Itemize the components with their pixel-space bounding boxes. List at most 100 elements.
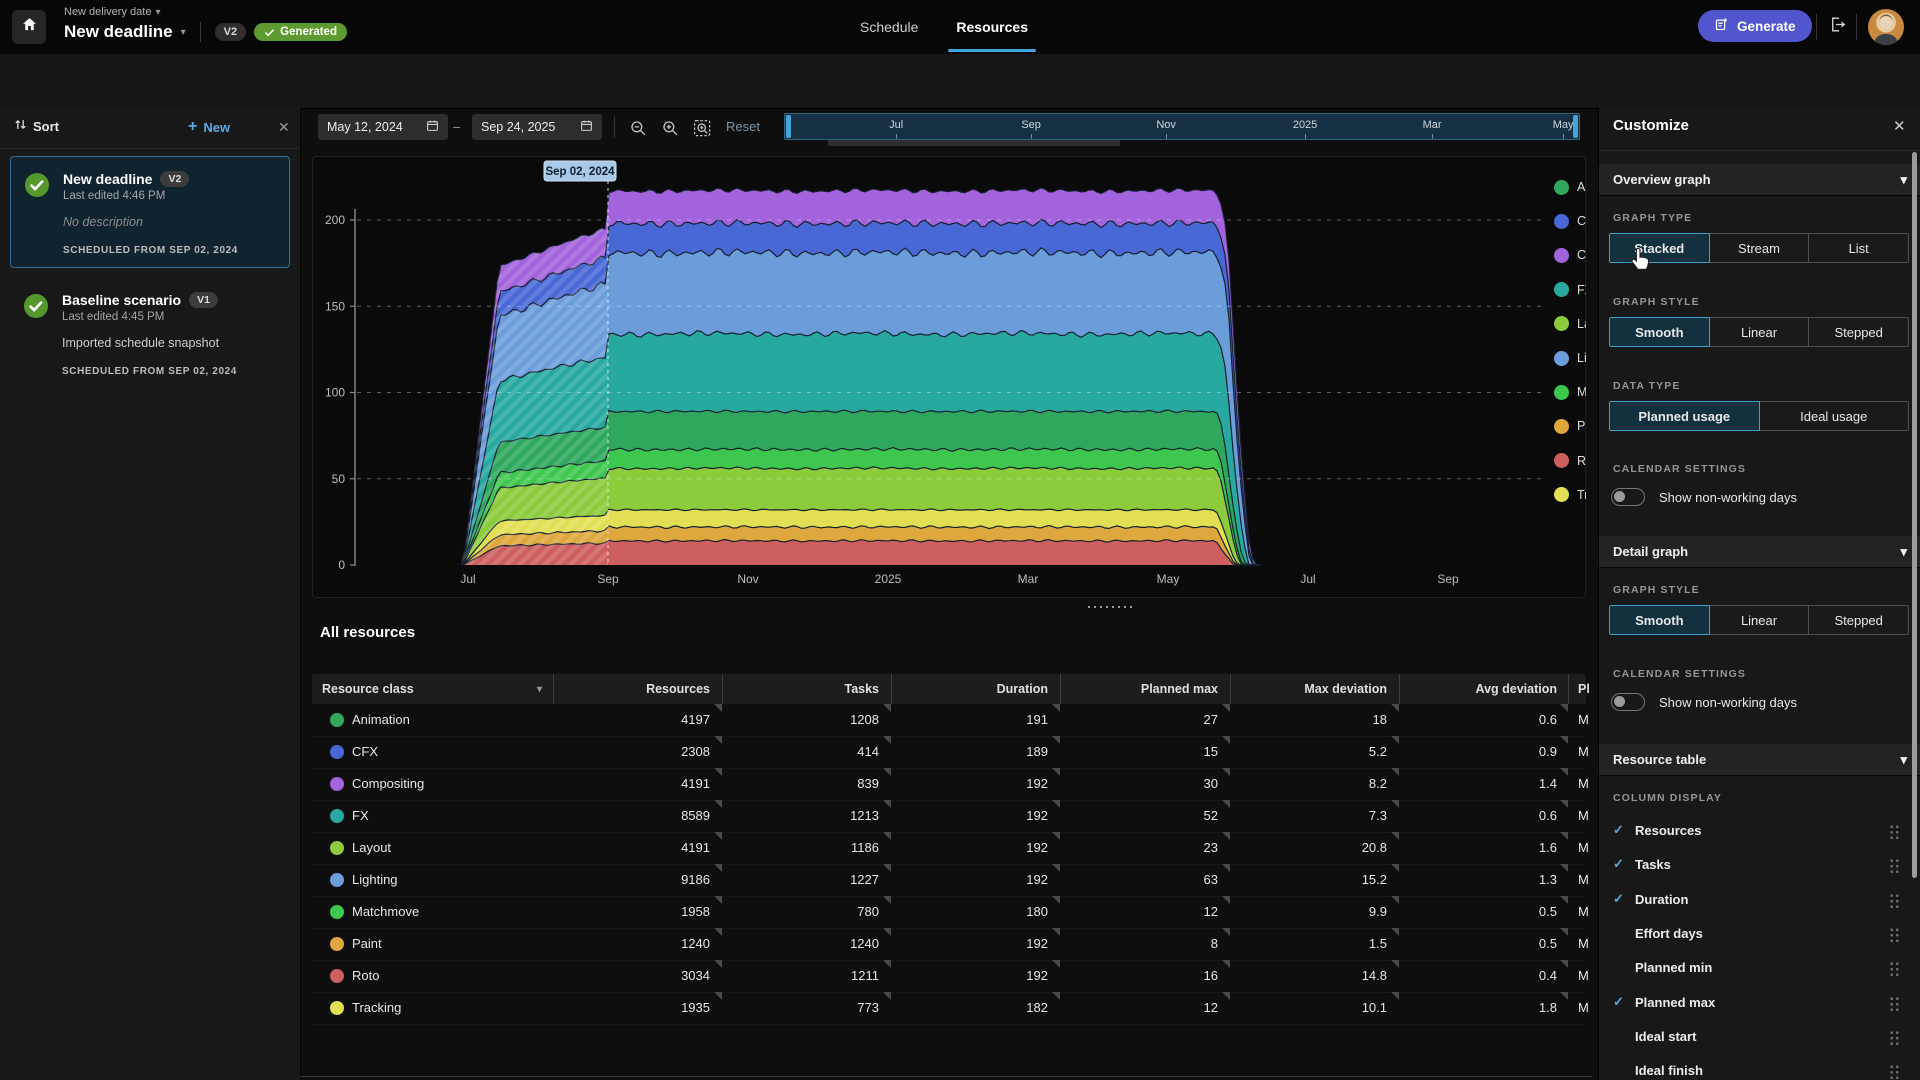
drag-handle-icon[interactable]: [1889, 858, 1900, 875]
table-row[interactable]: Compositing 4191 839 192 30 8.2 1.4 M: [312, 768, 1589, 801]
table-cell: 18: [1372, 712, 1387, 727]
table-row[interactable]: Tracking 1935 773 182 12 10.1 1.8 M: [312, 992, 1589, 1025]
legend-item[interactable]: Tracking: [1544, 478, 1586, 512]
section-resource-table[interactable]: Resource table ▾: [1599, 744, 1920, 776]
minimap-right-handle[interactable]: [1573, 115, 1578, 138]
legend-item[interactable]: FX: [1544, 273, 1586, 307]
table-row[interactable]: CFX 2308 414 189 15 5.2 0.9 M: [312, 736, 1589, 769]
page-title[interactable]: New deadline: [64, 22, 173, 42]
segmented-option-smooth[interactable]: Smooth: [1609, 317, 1710, 347]
column-divider[interactable]: [1399, 674, 1400, 704]
segmented-option-stacked[interactable]: Stacked: [1609, 233, 1710, 263]
column-display-item[interactable]: Effort days: [1599, 917, 1920, 951]
column-display-item[interactable]: Ideal finish: [1599, 1054, 1920, 1080]
section-detail-graph[interactable]: Detail graph ▾: [1599, 536, 1920, 568]
sort-button[interactable]: Sort: [14, 118, 59, 134]
column-display-item[interactable]: ✓ Planned max: [1599, 986, 1920, 1020]
column-divider[interactable]: [553, 674, 554, 704]
column-display-item[interactable]: ✓ Tasks: [1599, 848, 1920, 882]
panel-resize-handle[interactable]: [1086, 603, 1132, 611]
column-divider[interactable]: [1568, 674, 1569, 704]
new-scenario-button[interactable]: + New: [188, 118, 230, 136]
drag-handle-icon[interactable]: [1889, 961, 1900, 978]
show-non-working-days-toggle[interactable]: Show non-working days: [1611, 693, 1797, 711]
legend-item[interactable]: CFX: [1544, 204, 1586, 238]
legend-item[interactable]: Paint: [1544, 409, 1586, 443]
table-row[interactable]: Paint 1240 1240 192 8 1.5 0.5 M: [312, 928, 1589, 961]
scenario-edited: Last edited 4:46 PM: [63, 190, 166, 202]
toggle-off[interactable]: [1611, 693, 1645, 711]
legend-item[interactable]: Animation: [1544, 170, 1586, 204]
generate-button[interactable]: Generate: [1698, 10, 1812, 42]
column-display-label-text: Effort days: [1635, 925, 1703, 941]
minimap-left-handle[interactable]: [786, 115, 791, 138]
drag-handle-icon[interactable]: [1889, 926, 1900, 943]
table-row[interactable]: Matchmove 1958 780 180 12 9.9 0.5 M: [312, 896, 1589, 929]
stacked-area-chart[interactable]: 0 50 100 150 200 Jul Sep Nov 2025 Mar May Jul Sep Sep…: [313, 157, 1585, 597]
drag-handle-icon[interactable]: [1889, 824, 1900, 840]
tab-resources[interactable]: Resources: [948, 0, 1036, 54]
drag-handle-icon[interactable]: [1889, 1029, 1900, 1046]
section-overview-graph[interactable]: Overview graph ▾: [1599, 164, 1920, 196]
column-header[interactable]: Duration: [898, 674, 1048, 704]
column-header[interactable]: Resources: [560, 674, 710, 704]
zoom-in-button[interactable]: [658, 116, 682, 140]
segmented-option-list[interactable]: List: [1809, 233, 1910, 263]
column-display-item[interactable]: ✓ Duration: [1599, 883, 1920, 917]
table-row[interactable]: Roto 3034 1211 192 16 14.8 0.4 M: [312, 960, 1589, 993]
drag-handle-icon[interactable]: [1889, 1064, 1900, 1080]
column-header[interactable]: Planned max: [1068, 674, 1218, 704]
home-button[interactable]: [12, 10, 46, 44]
legend-item[interactable]: Roto: [1544, 444, 1586, 478]
column-header[interactable]: Max deviation: [1237, 674, 1387, 704]
export-button[interactable]: [1824, 14, 1850, 40]
segmented-option-linear[interactable]: Linear: [1709, 605, 1810, 635]
table-row[interactable]: Layout 4191 1186 192 23 20.8 1.6 M: [312, 832, 1589, 865]
column-display-item[interactable]: Planned min: [1599, 951, 1920, 985]
segmented-option-smooth[interactable]: Smooth: [1609, 605, 1710, 635]
reset-button[interactable]: Reset: [726, 119, 760, 134]
table-row[interactable]: FX 8589 1213 192 52 7.3 0.6 M: [312, 800, 1589, 833]
column-divider[interactable]: [891, 674, 892, 704]
column-divider[interactable]: [1230, 674, 1231, 704]
column-header-resource-class[interactable]: Resource class ▾: [322, 674, 542, 704]
column-display-item[interactable]: ✓ Resources: [1599, 814, 1920, 848]
table-row[interactable]: Animation 4197 1208 191 27 18 0.6 M: [312, 704, 1589, 737]
segmented-option-stream[interactable]: Stream: [1709, 233, 1810, 263]
zoom-selection-button[interactable]: [690, 116, 714, 140]
column-header[interactable]: Tasks: [729, 674, 879, 704]
column-display-item[interactable]: Ideal start: [1599, 1020, 1920, 1054]
chevron-down-icon[interactable]: ▾: [181, 27, 186, 38]
date-start-button[interactable]: May 12, 2024: [318, 114, 448, 140]
legend-item[interactable]: Lighting: [1544, 341, 1586, 375]
show-non-working-days-toggle[interactable]: Show non-working days: [1611, 488, 1797, 506]
segmented-option-stepped[interactable]: Stepped: [1809, 605, 1910, 635]
column-divider[interactable]: [722, 674, 723, 704]
tab-schedule[interactable]: Schedule: [860, 0, 918, 54]
legend-item[interactable]: Matchmove: [1544, 375, 1586, 409]
column-resize-mark: [1222, 960, 1230, 968]
toggle-off[interactable]: [1611, 488, 1645, 506]
close-sidebar-button[interactable]: ✕: [272, 117, 296, 138]
scenario-card[interactable]: New deadline V2 Last edited 4:46 PM No desc…: [10, 156, 290, 268]
legend-item[interactable]: Compositing: [1544, 238, 1586, 272]
segmented-option-stepped[interactable]: Stepped: [1809, 317, 1910, 347]
legend-item[interactable]: Layout: [1544, 307, 1586, 341]
scenario-card[interactable]: Baseline scenario V1 Last edited 4:45 PM Im…: [10, 278, 290, 390]
close-customize-button[interactable]: ✕: [1887, 115, 1912, 137]
timeline-minimap[interactable]: Jul Sep Nov 2025 Mar May: [784, 113, 1580, 140]
drag-handle-icon[interactable]: [1889, 892, 1900, 909]
date-end-button[interactable]: Sep 24, 2025: [472, 114, 602, 140]
zoom-out-button[interactable]: [626, 116, 650, 140]
segmented-option-planned-usage[interactable]: Planned usage: [1609, 401, 1760, 431]
segmented-option-ideal-usage[interactable]: Ideal usage: [1759, 401, 1909, 431]
minimap-selected-range[interactable]: [785, 114, 1579, 139]
scrollbar-thumb[interactable]: [1912, 152, 1917, 878]
segmented-option-linear[interactable]: Linear: [1709, 317, 1810, 347]
table-row[interactable]: Lighting 9186 1227 192 63 15.2 1.3 M: [312, 864, 1589, 897]
column-divider[interactable]: [1060, 674, 1061, 704]
breadcrumb[interactable]: New delivery date ▾: [64, 6, 160, 18]
drag-handle-icon[interactable]: [1889, 995, 1900, 1012]
avatar[interactable]: [1868, 9, 1904, 45]
column-header[interactable]: Avg deviation: [1407, 674, 1558, 704]
